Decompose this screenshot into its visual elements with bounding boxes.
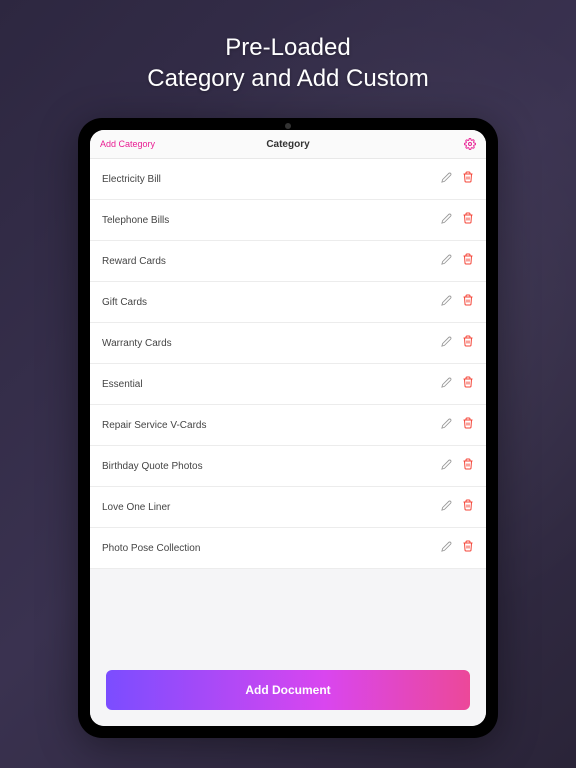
row-actions	[441, 293, 474, 311]
row-actions	[441, 498, 474, 516]
row-actions	[441, 375, 474, 393]
pencil-icon	[441, 541, 452, 552]
category-row[interactable]: Essential	[90, 364, 486, 405]
delete-button[interactable]	[462, 539, 474, 557]
pencil-icon	[441, 418, 452, 429]
delete-button[interactable]	[462, 170, 474, 188]
delete-button[interactable]	[462, 252, 474, 270]
category-label: Photo Pose Collection	[102, 543, 200, 554]
category-label: Gift Cards	[102, 297, 147, 308]
delete-button[interactable]	[462, 375, 474, 393]
trash-icon	[462, 499, 474, 511]
page-title: Category	[266, 139, 309, 150]
category-label: Telephone Bills	[102, 215, 169, 226]
category-label: Birthday Quote Photos	[102, 461, 203, 472]
category-row[interactable]: Photo Pose Collection	[90, 528, 486, 569]
edit-button[interactable]	[441, 498, 452, 516]
delete-button[interactable]	[462, 416, 474, 434]
edit-button[interactable]	[441, 416, 452, 434]
edit-button[interactable]	[441, 539, 452, 557]
trash-icon	[462, 376, 474, 388]
category-row[interactable]: Telephone Bills	[90, 200, 486, 241]
delete-button[interactable]	[462, 293, 474, 311]
category-row[interactable]: Repair Service V-Cards	[90, 405, 486, 446]
pencil-icon	[441, 213, 452, 224]
promo-headline: Pre-Loaded Category and Add Custom	[147, 32, 429, 94]
trash-icon	[462, 540, 474, 552]
trash-icon	[462, 171, 474, 183]
gear-icon	[464, 138, 476, 150]
delete-button[interactable]	[462, 457, 474, 475]
pencil-icon	[441, 459, 452, 470]
add-category-button[interactable]: Add Category	[100, 139, 155, 149]
category-row[interactable]: Gift Cards	[90, 282, 486, 323]
edit-button[interactable]	[441, 211, 452, 229]
trash-icon	[462, 253, 474, 265]
edit-button[interactable]	[441, 293, 452, 311]
edit-button[interactable]	[441, 375, 452, 393]
pencil-icon	[441, 336, 452, 347]
category-label: Love One Liner	[102, 502, 170, 513]
trash-icon	[462, 212, 474, 224]
category-label: Repair Service V-Cards	[102, 420, 206, 431]
category-row[interactable]: Love One Liner	[90, 487, 486, 528]
edit-button[interactable]	[441, 334, 452, 352]
category-label: Essential	[102, 379, 143, 390]
pencil-icon	[441, 254, 452, 265]
bottom-area: Add Document	[90, 654, 486, 726]
row-actions	[441, 252, 474, 270]
tablet-frame: Add Category Category Electricity Bill Te…	[78, 118, 498, 738]
tablet-screen: Add Category Category Electricity Bill Te…	[90, 130, 486, 726]
trash-icon	[462, 335, 474, 347]
category-list: Electricity Bill Telephone Bills Reward Ca…	[90, 159, 486, 654]
pencil-icon	[441, 500, 452, 511]
pencil-icon	[441, 377, 452, 388]
row-actions	[441, 416, 474, 434]
delete-button[interactable]	[462, 498, 474, 516]
trash-icon	[462, 458, 474, 470]
edit-button[interactable]	[441, 170, 452, 188]
trash-icon	[462, 417, 474, 429]
category-label: Reward Cards	[102, 256, 166, 267]
trash-icon	[462, 294, 474, 306]
row-actions	[441, 457, 474, 475]
category-label: Warranty Cards	[102, 338, 172, 349]
add-document-button[interactable]: Add Document	[106, 670, 470, 710]
category-row[interactable]: Electricity Bill	[90, 159, 486, 200]
tablet-camera	[285, 123, 291, 129]
delete-button[interactable]	[462, 334, 474, 352]
headline-line-1: Pre-Loaded	[147, 32, 429, 63]
row-actions	[441, 170, 474, 188]
edit-button[interactable]	[441, 457, 452, 475]
nav-bar: Add Category Category	[90, 130, 486, 159]
edit-button[interactable]	[441, 252, 452, 270]
category-label: Electricity Bill	[102, 174, 161, 185]
row-actions	[441, 334, 474, 352]
headline-line-2: Category and Add Custom	[147, 63, 429, 94]
pencil-icon	[441, 172, 452, 183]
pencil-icon	[441, 295, 452, 306]
category-row[interactable]: Reward Cards	[90, 241, 486, 282]
row-actions	[441, 539, 474, 557]
category-row[interactable]: Birthday Quote Photos	[90, 446, 486, 487]
settings-button[interactable]	[464, 138, 476, 150]
delete-button[interactable]	[462, 211, 474, 229]
category-row[interactable]: Warranty Cards	[90, 323, 486, 364]
row-actions	[441, 211, 474, 229]
